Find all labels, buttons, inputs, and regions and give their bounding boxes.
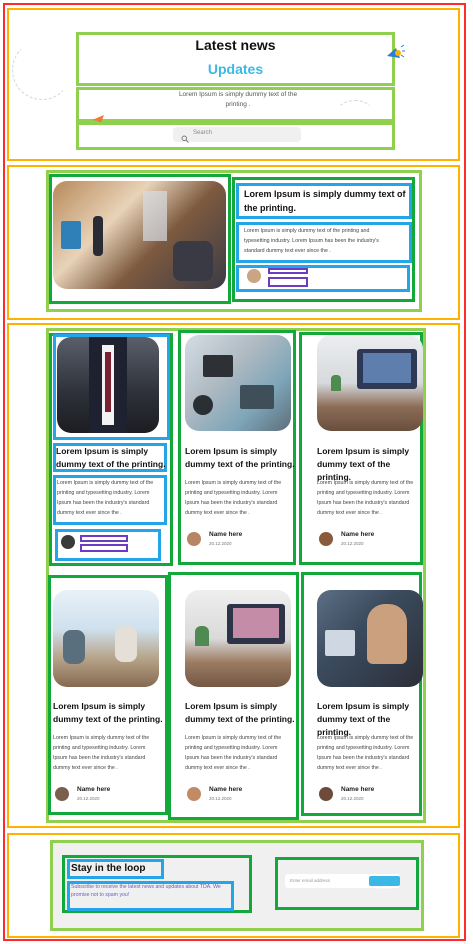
hero-description: Lorem Ipsum is simply dummy text of the … xyxy=(178,91,298,108)
article-card-3-image[interactable] xyxy=(317,335,423,431)
article-card-4-date: 20.12.2020 xyxy=(77,796,100,801)
article-card-3-avatar xyxy=(319,532,333,546)
featured-author-name-placeholder xyxy=(268,268,308,274)
article-card-5-image[interactable] xyxy=(185,590,291,687)
article-card-4-title[interactable]: Lorem Ipsum is simply dummy text of the … xyxy=(53,700,163,726)
article-card-2-author: Name here xyxy=(209,531,243,538)
page-subtitle: Updates xyxy=(207,61,264,77)
article-card-1-text: Lorem Ipsum is simply dummy text of the … xyxy=(57,480,154,516)
continue-button[interactable]: Continue xyxy=(369,876,400,890)
featured-author-date-placeholder xyxy=(268,277,308,287)
search-input[interactable]: Search xyxy=(173,127,301,143)
article-card-5-avatar xyxy=(187,787,201,801)
decor-dashed-curve xyxy=(12,40,72,100)
newsletter-description: Subscribe to receive the latest news and… xyxy=(71,884,221,898)
article-card-6-date: 20.12.2020 xyxy=(341,796,364,801)
article-card-6-text: Lorem Ipsum is simply dummy text of the … xyxy=(317,735,414,771)
article-card-2-title[interactable]: Lorem Ipsum is simply dummy text of the … xyxy=(185,445,295,471)
article-card-3-date: 20.12.2020 xyxy=(341,541,364,546)
article-card-1-image[interactable] xyxy=(57,337,159,433)
email-placeholder: Enter email address xyxy=(290,878,331,883)
article-card-2-avatar xyxy=(187,532,201,546)
featured-image[interactable] xyxy=(53,181,226,289)
page-title: Latest news xyxy=(195,37,276,53)
article-card-6-avatar xyxy=(319,787,333,801)
featured-author-box xyxy=(236,265,410,292)
article-card-3-author: Name here xyxy=(341,531,375,538)
article-card-1-name-placeholder xyxy=(80,535,128,542)
article-card-5-text: Lorem Ipsum is simply dummy text of the … xyxy=(185,735,282,771)
article-card-1-date-placeholder xyxy=(80,544,128,552)
article-card-4-avatar xyxy=(55,787,69,801)
article-card-3-text: Lorem Ipsum is simply dummy text of the … xyxy=(317,480,414,516)
article-card-5-date: 20.12.2020 xyxy=(209,796,232,801)
article-card-1-avatar xyxy=(61,535,75,549)
featured-author-avatar xyxy=(247,269,261,283)
article-card-1-title[interactable]: Lorem Ipsum is simply dummy text of the … xyxy=(56,445,168,471)
featured-title[interactable]: Lorem Ipsum is simply dummy text of the … xyxy=(244,187,410,215)
article-card-2-image[interactable] xyxy=(185,335,291,431)
megaphone-icon xyxy=(384,42,406,64)
search-placeholder: Search xyxy=(193,130,213,136)
article-card-5-title[interactable]: Lorem Ipsum is simply dummy text of the … xyxy=(185,700,295,726)
article-card-2-date: 20.12.2020 xyxy=(209,541,232,546)
featured-text: Lorem Ipsum is simply dummy text of the … xyxy=(244,228,379,254)
article-card-6-image[interactable] xyxy=(317,590,423,687)
article-card-4-author: Name here xyxy=(77,786,111,793)
search-icon xyxy=(181,130,189,143)
article-card-4-text: Lorem Ipsum is simply dummy text of the … xyxy=(53,735,150,771)
article-card-6-author: Name here xyxy=(341,786,375,793)
article-card-5-author: Name here xyxy=(209,786,243,793)
article-card-2-text: Lorem Ipsum is simply dummy text of the … xyxy=(185,480,282,516)
newsletter-title: Stay in the loop xyxy=(71,863,146,874)
article-card-4-image[interactable] xyxy=(53,590,159,687)
continue-button-label: Continue xyxy=(375,885,394,890)
